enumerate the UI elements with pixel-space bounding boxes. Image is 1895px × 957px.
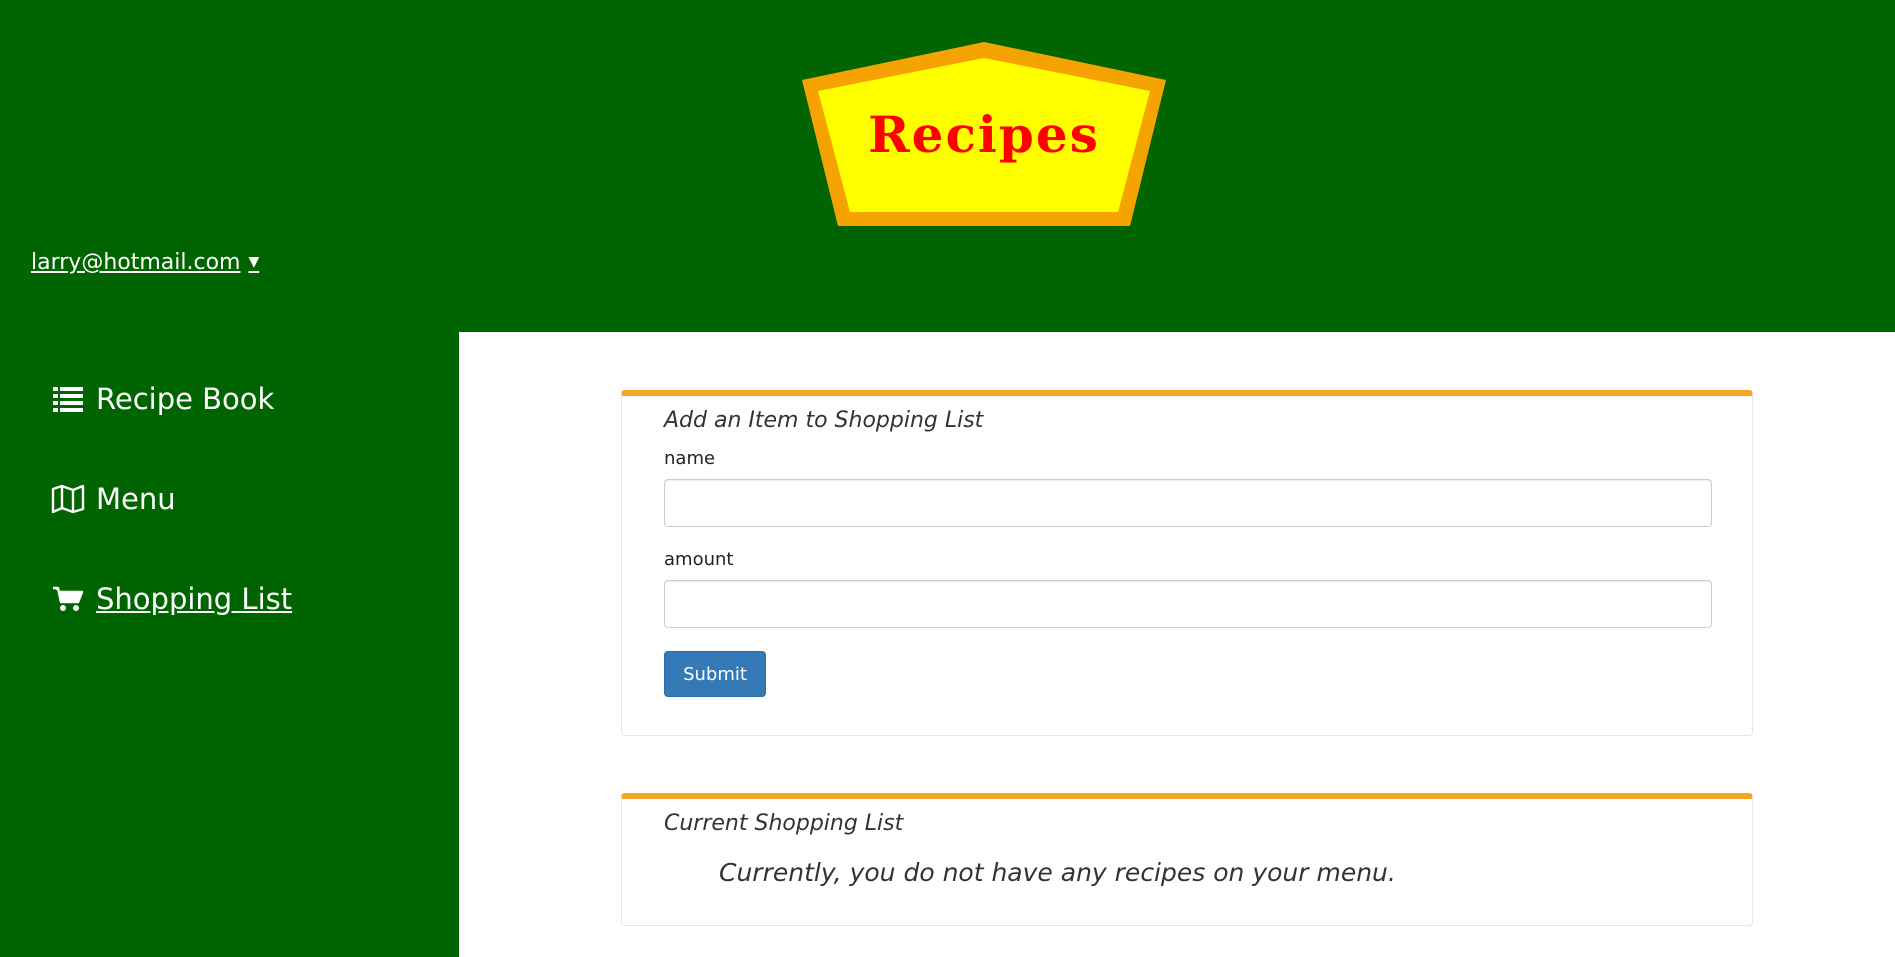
sidebar-item-menu[interactable]: Menu [50, 482, 176, 516]
submit-button[interactable]: Submit [664, 651, 766, 697]
cart-icon [50, 584, 86, 614]
logo-badge-icon: Recipes [802, 42, 1166, 226]
current-list-panel: Current Shopping List Currently, you do … [621, 793, 1753, 926]
sidebar-item-label: Shopping List [96, 582, 293, 616]
user-account-dropdown[interactable]: larry@hotmail.com ▼ [31, 250, 259, 275]
map-icon [50, 484, 86, 514]
sidebar-item-label: Recipe Book [96, 382, 275, 416]
sidebar-nav: Recipe Book Menu Shopping List [0, 332, 459, 957]
add-item-panel: Add an Item to Shopping List name amount… [621, 390, 1753, 736]
main-content: Add an Item to Shopping List name amount… [459, 332, 1895, 957]
sidebar-item-shopping-list[interactable]: Shopping List [50, 582, 292, 616]
amount-input[interactable] [664, 580, 1712, 628]
recipes-logo[interactable]: Recipes [800, 40, 1168, 228]
logo-text: Recipes [868, 105, 1100, 164]
sidebar-item-label: Menu [96, 482, 176, 516]
empty-list-message: Currently, you do not have any recipes o… [719, 858, 1396, 887]
sidebar-item-recipe-book[interactable]: Recipe Book [50, 382, 274, 416]
name-input[interactable] [664, 479, 1712, 527]
name-label: name [664, 448, 716, 469]
list-icon [50, 384, 86, 414]
caret-down-icon: ▼ [248, 254, 260, 270]
panel-title: Current Shopping List [664, 811, 904, 836]
user-email: larry@hotmail.com [31, 250, 241, 275]
page-header: Recipes larry@hotmail.com ▼ [0, 0, 1895, 332]
amount-label: amount [664, 549, 734, 570]
panel-title: Add an Item to Shopping List [664, 408, 984, 433]
